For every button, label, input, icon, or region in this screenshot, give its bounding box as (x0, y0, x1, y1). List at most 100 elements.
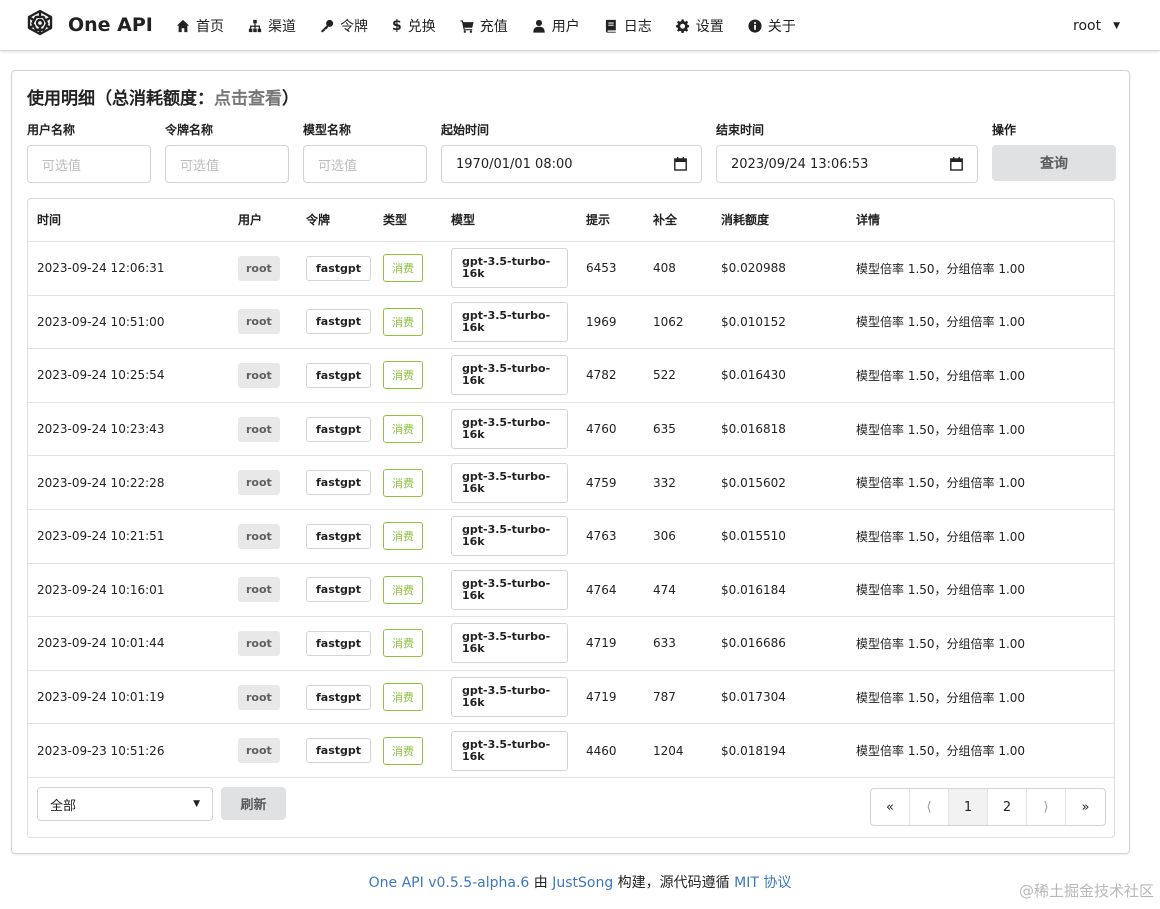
type-label: 消费 (383, 575, 423, 604)
nav-item-settings[interactable]: 设置 (664, 0, 736, 51)
calendar-icon[interactable] (950, 157, 963, 171)
cell-completion-cell: 633 (653, 617, 676, 670)
model-label: 模型名称 (303, 123, 352, 137)
model-label-cell: gpt-3.5-turbo-16k (451, 564, 568, 617)
cell-quota-cell: $0.016818 (721, 403, 786, 456)
nav-item-redeem[interactable]: $ 兑换 (380, 0, 448, 51)
col-user[interactable]: 用户 (238, 199, 262, 242)
info-icon (748, 18, 762, 33)
user-label-cell: root (238, 349, 280, 402)
nav-item-label: 用户 (551, 18, 580, 35)
col-completion[interactable]: 补全 (653, 199, 677, 242)
nav-item-logs[interactable]: 日志 (592, 0, 664, 51)
page-1-button[interactable]: 1 (949, 789, 988, 825)
col-type[interactable]: 类型 (383, 199, 407, 242)
cell-prompt: 6453 (586, 261, 617, 276)
cell-detail: 模型倍率 1.50，分组倍率 1.00 (856, 368, 1026, 383)
log-type-selected: 全部 (50, 798, 77, 814)
user-label: root (238, 738, 280, 764)
user-label-cell: root (238, 617, 280, 670)
cell-detail: 模型倍率 1.50，分组倍率 1.00 (856, 583, 1026, 598)
token-label: fastgpt (306, 738, 372, 764)
token-label-cell: fastgpt (306, 671, 372, 724)
calendar-icon[interactable] (674, 157, 687, 171)
model-label-cell: gpt-3.5-turbo-16k (451, 349, 568, 402)
refresh-button[interactable]: 刷新 (221, 787, 286, 820)
cell-time: 2023-09-24 10:21:51 (37, 529, 165, 544)
action-field: 操作 查询 (992, 121, 1116, 181)
nav-item-label: 令牌 (340, 18, 368, 35)
page-last-button[interactable]: » (1066, 789, 1105, 825)
nav-item-channels[interactable]: 渠道 (236, 0, 308, 51)
nav-item-label: 日志 (623, 18, 652, 35)
cell-completion-cell: 332 (653, 456, 676, 509)
page-2-button[interactable]: 2 (988, 789, 1027, 825)
nav-item-topup[interactable]: 充值 (448, 0, 520, 51)
page-next-button[interactable]: ⟩ (1027, 789, 1066, 825)
type-label-cell: 消费 (383, 403, 423, 456)
token-label-cell: fastgpt (306, 456, 372, 509)
col-model[interactable]: 模型 (451, 199, 475, 242)
start-time-input[interactable]: 1970/01/01 08:00 (441, 145, 702, 183)
table-row: 2023-09-23 10:51:26 root fastgpt 消费 gpt-3.5-… (28, 724, 1114, 778)
cell-time: 2023-09-24 12:06:31 (37, 261, 165, 276)
cell-detail: 模型倍率 1.50，分组倍率 1.00 (856, 636, 1026, 651)
col-token[interactable]: 令牌 (306, 199, 330, 242)
model-label-cell: gpt-3.5-turbo-16k (451, 510, 568, 563)
cell-completion: 408 (653, 261, 676, 276)
start-time-label: 起始时间 (441, 123, 490, 137)
nav-item-users[interactable]: 用户 (520, 0, 592, 51)
token-label: fastgpt (306, 630, 372, 656)
cell-detail: 模型倍率 1.50，分组倍率 1.00 (856, 315, 1026, 330)
cell-completion: 522 (653, 368, 676, 383)
col-detail[interactable]: 详情 (856, 199, 880, 242)
watermark: @稀土掘金技术社区 (1018, 882, 1154, 900)
user-label: root (238, 630, 280, 656)
user-label: root (238, 523, 280, 549)
user-dropdown[interactable]: root ▼ (1073, 0, 1120, 51)
cell-prompt-cell: 4760 (586, 403, 617, 456)
cell-quota: $0.016686 (721, 636, 786, 651)
model-input[interactable]: 可选值 (303, 145, 427, 183)
token-label-cell: fastgpt (306, 724, 372, 777)
user-icon (533, 19, 545, 33)
page-title: 使用明细（总消耗额度：点击查看） (27, 84, 299, 109)
nav-item-about[interactable]: 关于 (736, 0, 808, 51)
page-prev-button[interactable]: ⟨ (910, 789, 949, 825)
type-label-cell: 消费 (383, 349, 423, 402)
nav-item-tokens[interactable]: 令牌 (308, 0, 380, 51)
brand-name: One API (68, 14, 153, 36)
cell-prompt-cell: 4460 (586, 724, 617, 777)
cell-prompt: 4719 (586, 690, 617, 705)
col-quota[interactable]: 消耗额度 (721, 199, 769, 242)
brand[interactable]: One API (22, 7, 153, 43)
cell-detail-cell: 模型倍率 1.50，分组倍率 1.00 (856, 296, 1025, 349)
cell-detail-cell: 模型倍率 1.50，分组倍率 1.00 (856, 349, 1025, 402)
token-input[interactable]: 可选值 (165, 145, 289, 183)
model-label: gpt-3.5-turbo-16k (451, 730, 568, 771)
cell-prompt: 4760 (586, 422, 617, 437)
cell-quota-cell: $0.020988 (721, 242, 786, 295)
author-link[interactable]: JustSong (552, 875, 613, 891)
nav-item-label: 渠道 (268, 18, 296, 35)
license-link[interactable]: MIT 协议 (734, 875, 791, 891)
cell-quota-cell: $0.017304 (721, 671, 786, 724)
type-label: 消费 (383, 629, 423, 658)
view-total-quota-link[interactable]: 点击查看 (214, 89, 282, 109)
user-label-cell: root (238, 296, 280, 349)
col-time[interactable]: 时间 (37, 199, 61, 242)
footer-mid: 构建，源代码遵循 (613, 875, 735, 891)
cell-detail: 模型倍率 1.50，分组倍率 1.00 (856, 744, 1026, 759)
cell-prompt-cell: 4719 (586, 671, 617, 724)
version-link[interactable]: One API v0.5.5-alpha.6 (369, 875, 530, 891)
username-input[interactable]: 可选值 (27, 145, 151, 183)
log-type-select[interactable]: 全部 ▼ (37, 787, 213, 821)
page-first-button[interactable]: « (871, 789, 910, 825)
user-label: root (238, 577, 280, 603)
query-button[interactable]: 查询 (992, 145, 1116, 181)
col-prompt[interactable]: 提示 (586, 199, 610, 242)
caret-down-icon: ▼ (193, 799, 200, 809)
cell-quota-cell: $0.015602 (721, 456, 786, 509)
end-time-input[interactable]: 2023/09/24 13:06:53 (716, 145, 978, 183)
nav-item-home[interactable]: 首页 (164, 0, 236, 51)
